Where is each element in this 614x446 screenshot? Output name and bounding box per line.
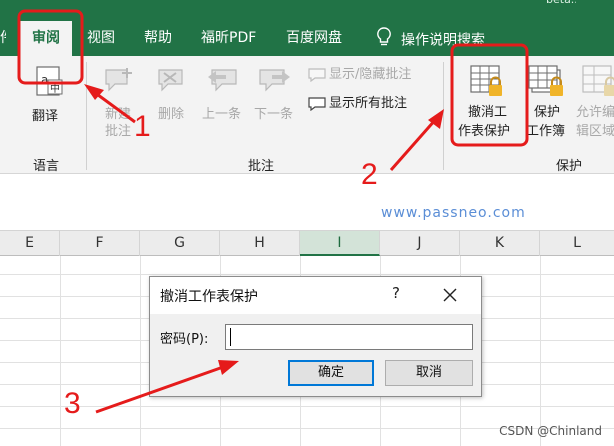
protect-workbook-label-2: 工作簿 — [526, 124, 566, 139]
allow-edit-ranges-button[interactable]: 允许编 辑区域 — [576, 62, 614, 148]
close-icon — [443, 288, 457, 302]
credit-text: CSDN @Chinland — [499, 424, 602, 438]
show-hide-comment-label: 显示/隐藏批注 — [329, 67, 412, 82]
formula-area-band — [0, 174, 614, 230]
comments-icon — [308, 96, 326, 111]
delete-comment-button[interactable]: 删除 — [152, 62, 192, 132]
lightbulb-icon — [377, 27, 391, 54]
column-header-l[interactable]: L — [540, 231, 614, 256]
svg-text:a: a — [41, 73, 48, 87]
annotation-number-1: 1 — [134, 110, 151, 143]
new-comment-icon — [105, 68, 132, 92]
dialog-title: 撤消工作表保护 — [160, 289, 258, 305]
next-arrow-icon — [259, 69, 290, 92]
column-header-row: E F G H I J K L — [0, 230, 614, 256]
next-label: 下一条 — [254, 107, 294, 122]
new-comment-label-1: 新建 — [105, 107, 132, 122]
previous-arrow-icon — [208, 69, 237, 92]
grid-line — [0, 274, 614, 275]
next-comment-button[interactable]: 下一条 — [252, 62, 300, 132]
watermark-text: www.passneo.com — [381, 205, 526, 221]
cancel-button[interactable]: 取消 — [385, 360, 473, 386]
annotation-number-2: 2 — [361, 158, 378, 191]
password-label: 密码(P): — [160, 332, 209, 347]
search-help-label: 操作说明搜索 — [401, 32, 485, 49]
protect-workbook-button[interactable]: 保护 工作簿 — [526, 62, 572, 148]
edit-ranges-icon — [582, 65, 614, 96]
tab-help[interactable]: 帮助 — [144, 27, 172, 49]
translate-icon: a 中 — [36, 66, 63, 96]
unprotect-sheet-label-2: 作表保护 — [458, 124, 511, 139]
unprotect-sheet-button[interactable]: 撤消工 作表保护 — [458, 62, 520, 148]
password-field[interactable] — [225, 324, 473, 350]
group-divider — [86, 62, 87, 170]
language-group-label: 语言 — [33, 159, 60, 174]
grid-line — [540, 256, 541, 446]
previous-comment-button[interactable]: 上一条 — [200, 62, 248, 132]
allow-edit-label-1: 允许编 — [576, 105, 614, 120]
protect-workbook-label-1: 保护 — [534, 105, 561, 120]
tab-file-cut[interactable]: 件 — [0, 27, 6, 49]
show-hide-comment-button[interactable]: 显示/隐藏批注 — [308, 65, 411, 85]
workbook-lock-icon — [528, 65, 563, 96]
show-all-comments-label: 显示所有批注 — [329, 96, 408, 111]
unprotect-sheet-dialog: 撤消工作表保护 ? 密码(P): 确定 取消 — [149, 276, 482, 397]
text-caret — [230, 328, 231, 346]
comment-bubble-icon — [308, 67, 326, 82]
svg-text:中: 中 — [50, 82, 60, 95]
sheet-lock-icon — [470, 65, 502, 96]
tell-me-search[interactable]: 操作说明搜索 — [377, 27, 485, 49]
delete-label: 删除 — [158, 107, 185, 122]
column-header-i[interactable]: I — [300, 231, 380, 256]
dialog-title-bar[interactable]: 撤消工作表保护 ? — [150, 277, 481, 314]
tab-baidu-netdisk[interactable]: 百度网盘 — [286, 27, 342, 49]
column-header-k[interactable]: K — [460, 231, 540, 256]
previous-label: 上一条 — [202, 107, 242, 122]
column-header-e[interactable]: E — [0, 231, 60, 256]
column-header-h[interactable]: H — [220, 231, 300, 256]
help-button[interactable]: ? — [388, 284, 404, 304]
tab-foxit-pdf[interactable]: 福昕PDF — [201, 27, 256, 49]
comments-group-label: 批注 — [248, 159, 275, 174]
annotation-number-3: 3 — [64, 387, 81, 420]
grid-line — [60, 256, 61, 446]
new-comment-label-2: 批注 — [105, 124, 132, 139]
tab-view[interactable]: 视图 — [87, 27, 115, 49]
ok-button[interactable]: 确定 — [288, 360, 374, 386]
close-button[interactable] — [440, 285, 460, 305]
delete-comment-icon — [158, 69, 183, 92]
protect-group-label: 保护 — [556, 159, 583, 174]
allow-edit-label-2: 辑区域 — [576, 124, 614, 139]
show-all-comments-button[interactable]: 显示所有批注 — [308, 94, 407, 114]
unprotect-sheet-label-1: 撤消工 — [468, 105, 508, 120]
translate-label: 翻译 — [32, 109, 59, 124]
grid-line — [140, 256, 141, 446]
grid-line — [0, 406, 614, 407]
ribbon-body: a 中 翻译 语言 新建 批注 删除 上一条 下一条 显示/隐藏批注 显示所有批… — [0, 56, 614, 174]
title-cut-text: beta... — [546, 0, 576, 5]
column-header-j[interactable]: J — [380, 231, 460, 256]
tab-review[interactable]: 审阅 — [20, 21, 72, 56]
column-header-f[interactable]: F — [60, 231, 140, 256]
translate-button[interactable]: a 中 翻译 — [28, 66, 72, 136]
ribbon-tab-bar: beta... 件 审阅 视图 帮助 福昕PDF 百度网盘 操作说明搜索 — [0, 0, 614, 56]
column-header-g[interactable]: G — [140, 231, 220, 256]
group-divider — [443, 62, 444, 170]
